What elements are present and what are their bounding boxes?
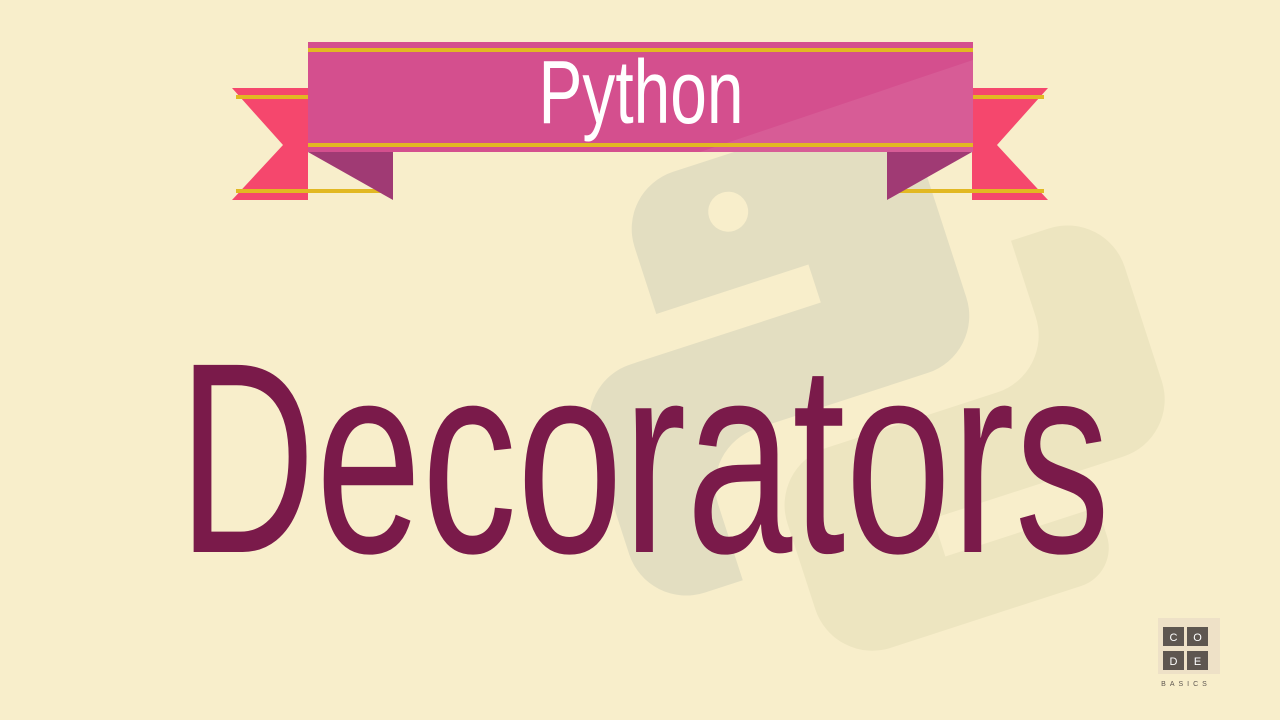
logo-letter: D — [1170, 656, 1178, 668]
page-title: Decorators — [178, 306, 1110, 610]
ribbon-right-tail — [972, 88, 1048, 200]
title-card: Python Decorators C O D E BASICS — [178, 42, 1220, 688]
logo-subtitle: BASICS — [1161, 681, 1211, 688]
ribbon-banner: Python — [232, 42, 1048, 200]
logo-letter: C — [1170, 632, 1178, 644]
logo-letter: O — [1193, 632, 1202, 644]
logo-letter: E — [1194, 656, 1201, 668]
codebasics-logo: C O D E BASICS — [1158, 618, 1220, 688]
ribbon-left-tail — [232, 88, 308, 200]
banner-label: Python — [539, 43, 744, 143]
